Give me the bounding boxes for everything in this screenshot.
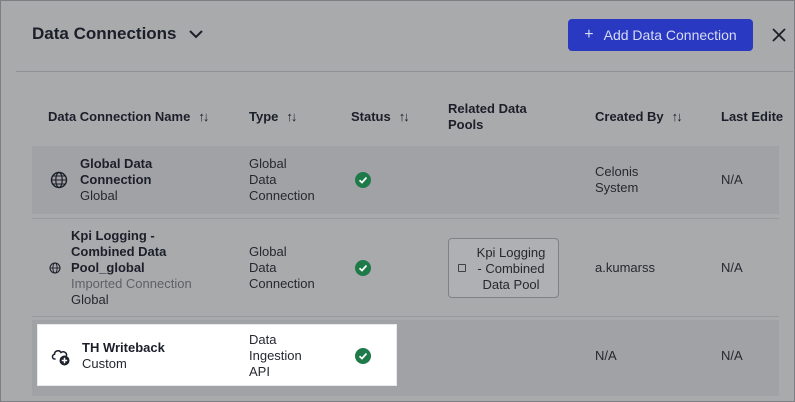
add-button-label: Add Data Connection: [603, 27, 737, 43]
column-header-created-by-label: Created By: [595, 109, 664, 124]
created-by-line: System: [595, 180, 639, 195]
pool-line: Data Pool: [482, 277, 540, 292]
connection-type: Global Data Connection: [249, 244, 315, 292]
globe-icon: [50, 171, 68, 189]
type-line: Data: [249, 332, 277, 347]
column-header-name[interactable]: Data Connection Name ↑↓: [48, 109, 209, 124]
related-data-pool-chip[interactable]: Kpi Logging - Combined Data Pool: [448, 238, 559, 298]
last-edited: N/A: [721, 172, 743, 187]
connection-name-line: Pool_global: [71, 260, 145, 275]
connection-scope: Global: [71, 292, 109, 307]
connection-name[interactable]: TH Writeback Custom: [82, 340, 165, 372]
type-line: Ingestion: [249, 348, 302, 363]
page-title-dropdown[interactable]: Data Connections: [32, 24, 205, 44]
close-icon[interactable]: [770, 26, 788, 44]
connection-name[interactable]: Global Data Connection Global: [80, 156, 152, 204]
type-line: Global: [249, 244, 287, 259]
imported-connection-label: Imported Connection: [71, 276, 192, 291]
row-divider: [32, 218, 779, 219]
type-line: Data: [249, 260, 277, 275]
sort-icon[interactable]: ↑↓: [198, 109, 209, 124]
add-data-connection-button[interactable]: + Add Data Connection: [568, 19, 753, 51]
sort-icon[interactable]: ↑↓: [399, 109, 410, 124]
last-edited: N/A: [721, 260, 743, 275]
chevron-down-icon: [188, 30, 203, 39]
created-by: a.kumarss: [595, 260, 655, 275]
header-divider: [16, 71, 793, 72]
connection-name-line: Global Data: [80, 156, 153, 171]
connection-name-line: TH Writeback: [82, 340, 165, 355]
data-pool-icon: [458, 264, 466, 272]
sort-icon[interactable]: ↑↓: [672, 109, 683, 124]
connection-name-line: Connection: [80, 172, 152, 187]
column-header-last-edited[interactable]: Last Edite: [721, 109, 783, 124]
column-header-status[interactable]: Status ↑↓: [351, 109, 410, 124]
success-check-icon: [355, 348, 371, 364]
success-check-icon: [355, 172, 371, 188]
created-by: N/A: [595, 348, 617, 363]
pool-line: - Combined: [477, 261, 545, 276]
column-header-last-edited-label: Last Edite: [721, 109, 784, 124]
success-check-icon: [355, 260, 371, 276]
type-line: Data: [249, 172, 277, 187]
sort-icon[interactable]: ↑↓: [286, 109, 297, 124]
plus-icon: +: [584, 26, 594, 43]
connection-scope: Global: [80, 188, 118, 203]
row-divider: [32, 316, 779, 317]
connection-type: Global Data Connection: [249, 156, 315, 204]
pool-line: Kpi Logging: [476, 245, 546, 260]
type-line: Connection: [249, 276, 315, 291]
connection-name[interactable]: Kpi Logging - Combined Data Pool_global …: [71, 228, 192, 308]
connection-name-line: Kpi Logging -: [71, 228, 155, 243]
type-line: Connection: [249, 188, 315, 203]
cloud-add-icon: [51, 350, 70, 366]
column-header-type[interactable]: Type ↑↓: [249, 109, 297, 124]
column-header-pools-line2: Pools: [448, 117, 484, 132]
column-header-type-label: Type: [249, 109, 279, 124]
connection-type: Data Ingestion API: [249, 332, 302, 380]
created-by: Celonis System: [595, 164, 638, 196]
created-by-line: Celonis: [595, 164, 639, 179]
column-header-related-pools: Related Data Pools: [448, 101, 527, 133]
column-header-created-by[interactable]: Created By ↑↓: [595, 109, 683, 124]
connection-name-line: Combined Data: [71, 244, 167, 259]
column-header-pools-line1: Related Data: [448, 101, 527, 116]
globe-icon: [49, 262, 61, 274]
type-line: API: [249, 364, 270, 379]
column-header-status-label: Status: [351, 109, 391, 124]
last-edited: N/A: [721, 348, 743, 363]
page-title: Data Connections: [32, 24, 177, 43]
connection-scope: Custom: [82, 356, 127, 371]
type-line: Global: [249, 156, 287, 171]
column-header-name-label: Data Connection Name: [48, 109, 191, 124]
